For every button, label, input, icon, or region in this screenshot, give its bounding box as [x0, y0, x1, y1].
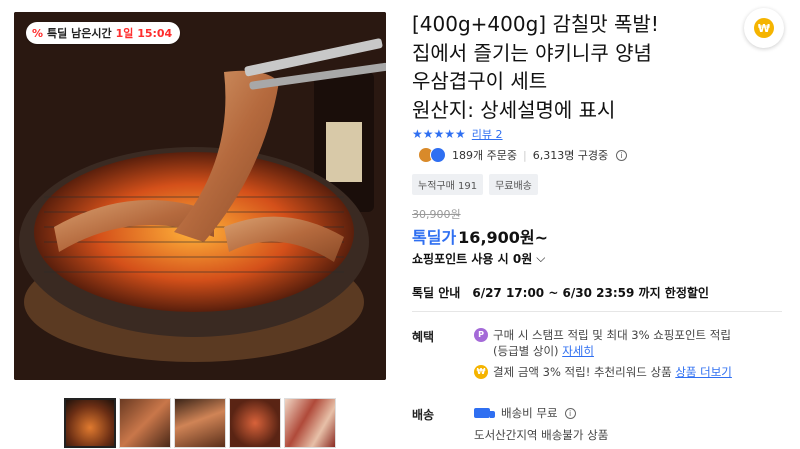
- product-title-line: 원산지: 상세설명에 표시: [412, 97, 616, 122]
- product-main-image: % 특딜 남은시간 1일 15:04: [14, 12, 386, 380]
- product-title-line: 우삼겹구이 세트: [412, 69, 548, 93]
- deal-info-period: 6/27 17:00 ~ 6/30 23:59 까지 한정할인: [472, 286, 709, 300]
- deal-info-row: 톡딜 안내 6/27 17:00 ~ 6/30 23:59 까지 한정할인: [412, 284, 709, 301]
- thumbnail-1[interactable]: [64, 398, 116, 448]
- benefit-subtext: (등급별 상이): [493, 344, 559, 358]
- shipping-info: 배송비 무료 i 도서산간지역 배송불가 상품: [474, 405, 608, 443]
- product-title-line: [400g+400g] 감칠맛 폭발!: [412, 12, 659, 36]
- points-text: 쇼핑포인트 사용 시 0원: [412, 252, 533, 266]
- point-icon: P: [474, 328, 488, 342]
- grill-illustration: [14, 12, 386, 380]
- deal-price: 톡딜가 16,900원~: [412, 224, 548, 248]
- coin-icon: ₩: [754, 18, 774, 38]
- benefits-label: 혜택: [412, 330, 435, 344]
- rating-row: ★★★★★ 리뷰 2: [412, 126, 503, 142]
- thumbnail-4[interactable]: [229, 398, 281, 448]
- divider: |: [522, 148, 527, 162]
- review-link[interactable]: 리뷰 2: [472, 126, 503, 142]
- percent-icon: %: [32, 26, 44, 40]
- buyer-avatars: [418, 147, 446, 163]
- star-rating-icon: ★★★★★: [412, 127, 466, 141]
- benefit-item: ₩ 결제 금액 3% 적립! 추천리워드 상품 상품 더보기: [474, 364, 774, 380]
- activity-stats: 189개 주문중 | 6,313명 구경중 i: [418, 147, 628, 163]
- product-title-line: 집에서 즐기는 야키니쿠 양념: [412, 40, 652, 65]
- benefits-list: P 구매 시 스탬프 적립 및 최대 3% 쇼핑포인트 적립 (등급별 상이) …: [474, 327, 774, 385]
- points-dropdown[interactable]: 쇼핑포인트 사용 시 0원 ⌵: [412, 250, 545, 267]
- product-tags: 누적구매 191 무료배송: [412, 174, 538, 195]
- benefit-text: 구매 시 스탬프 적립 및 최대 3% 쇼핑포인트 적립: [493, 328, 731, 342]
- avatar: [430, 147, 446, 163]
- benefit-detail-link[interactable]: 자세히: [562, 344, 594, 358]
- thumbnail-5[interactable]: [284, 398, 336, 448]
- orders-count: 189개 주문중: [452, 149, 517, 162]
- deal-countdown-label: 특딜 남은시간: [47, 27, 112, 40]
- chevron-down-icon: ⌵: [536, 251, 546, 265]
- thumbnail-strip: [64, 398, 336, 448]
- coin-icon: ₩: [474, 365, 488, 379]
- thumbnail-2[interactable]: [119, 398, 171, 448]
- product-title: [400g+400g] 감칠맛 폭발! 집에서 즐기는 야키니쿠 양념 우삼겹구…: [412, 10, 732, 124]
- shipping-label: 배송: [412, 408, 435, 422]
- benefit-item: P 구매 시 스탬프 적립 및 최대 3% 쇼핑포인트 적립 (등급별 상이) …: [474, 327, 774, 359]
- truck-icon: [474, 408, 495, 418]
- deal-price-value: 16,900원~: [458, 228, 549, 247]
- shipping-fee-row: 배송비 무료 i: [474, 405, 608, 421]
- watching-count: 6,313명 구경중: [532, 149, 609, 162]
- deal-countdown-time: 1일 15:04: [115, 27, 173, 40]
- shipping-note: 도서산간지역 배송불가 상품: [474, 428, 609, 442]
- reward-coin-button[interactable]: ₩: [744, 8, 784, 48]
- info-icon[interactable]: i: [616, 149, 628, 161]
- thumbnail-3[interactable]: [174, 398, 226, 448]
- shipping-fee: 배송비 무료: [501, 406, 558, 420]
- original-price: 30,900원: [412, 208, 461, 221]
- tag-cumulative-purchases: 누적구매 191: [412, 174, 484, 195]
- more-products-link[interactable]: 상품 더보기: [675, 365, 732, 379]
- deal-countdown-badge: % 특딜 남은시간 1일 15:04: [26, 22, 181, 44]
- deal-info-label: 톡딜 안내: [412, 286, 461, 300]
- info-icon[interactable]: i: [564, 407, 576, 419]
- deal-price-label: 톡딜가: [412, 228, 457, 247]
- benefit-text: 결제 금액 3% 적립! 추천리워드 상품: [493, 365, 672, 379]
- tag-free-shipping: 무료배송: [489, 174, 538, 195]
- section-divider: [412, 311, 782, 312]
